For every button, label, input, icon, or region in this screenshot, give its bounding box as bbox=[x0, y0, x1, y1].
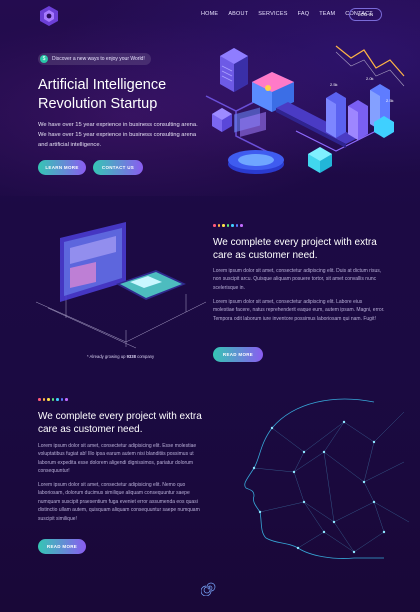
section1-paragraph-2: Lorem ipsum dolor sit amet, consectetur … bbox=[213, 299, 385, 322]
contact-us-button[interactable]: CONTACT US bbox=[93, 160, 143, 175]
chart-label-3: 2.5k bbox=[386, 98, 394, 103]
dollar-icon: $ bbox=[40, 55, 48, 63]
landing-page: HOME ABOUT SERVICES FAQ TEAM CONTACT LOG… bbox=[0, 0, 420, 612]
nav-item-faq[interactable]: FAQ bbox=[298, 11, 310, 17]
nav-item-team[interactable]: TEAM bbox=[319, 11, 335, 17]
growth-note: * Already growing up 9338 company bbox=[87, 354, 154, 359]
section2-title: We complete every project with extra car… bbox=[38, 411, 202, 435]
isometric-ai-illustration: 2.5k 2.0k 2.5k bbox=[205, 45, 405, 174]
nav-item-services[interactable]: SERVICES bbox=[258, 11, 287, 17]
color-dots-divider-2 bbox=[38, 398, 68, 401]
announcement-text: Discover a new ways to enjoy your World! bbox=[52, 56, 145, 62]
section1-paragraph-1: Lorem ipsum dolor sit amet, consectetur … bbox=[213, 268, 382, 291]
ai-head-wireframe-illustration bbox=[244, 398, 410, 559]
announcement-pill[interactable]: $ Discover a new ways to enjoy your Worl… bbox=[38, 53, 151, 65]
growth-note-suffix: company bbox=[137, 354, 155, 359]
learn-more-button[interactable]: LEARN MORE bbox=[38, 160, 86, 175]
growth-note-prefix: * Already growing up bbox=[87, 354, 126, 359]
growth-note-count: 9338 bbox=[126, 354, 136, 359]
color-dots-divider bbox=[213, 224, 243, 227]
nav-item-about[interactable]: ABOUT bbox=[228, 11, 248, 17]
login-button[interactable]: LOG IN bbox=[349, 8, 382, 21]
section2-paragraph-1: Lorem ipsum dolor sit amet, consectetur … bbox=[38, 443, 197, 475]
mobile-dashboard-illustration bbox=[36, 222, 206, 349]
section1-title: We complete every project with extra car… bbox=[213, 237, 377, 261]
chart-label-1: 2.5k bbox=[330, 82, 338, 87]
section2-read-more-button[interactable]: READ MORE bbox=[38, 539, 86, 554]
chart-label-2: 2.0k bbox=[366, 76, 374, 81]
nav-item-home[interactable]: HOME bbox=[201, 11, 218, 17]
section2-paragraph-2: Lorem ipsum dolor sit amet, consectetur … bbox=[38, 482, 200, 522]
logo-icon[interactable] bbox=[38, 5, 60, 27]
spiral-logo-icon bbox=[201, 582, 216, 596]
section1-read-more-button[interactable]: READ MORE bbox=[213, 347, 263, 362]
